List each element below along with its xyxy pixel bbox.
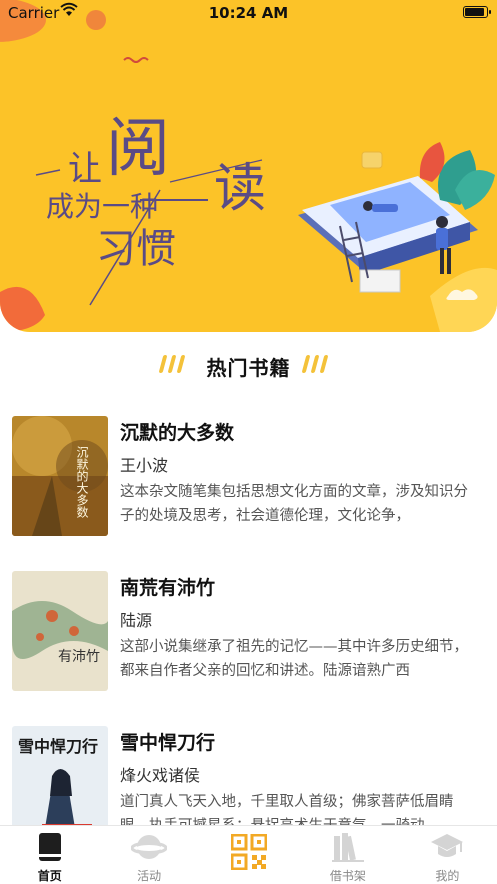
tab-activity[interactable]: 活动 xyxy=(99,826,198,884)
svg-text:沉默的大多数: 沉默的大多数 xyxy=(75,446,89,519)
tab-scan[interactable] xyxy=(199,826,298,884)
orange-blob-bottom-left xyxy=(0,286,45,332)
tab-bookshelf[interactable]: 借书架 xyxy=(298,826,397,884)
book-item[interactable]: 有沛竹 南荒有沛竹 陆源 这部小说集继承了祖先的记忆——其中许多历史细节，都来自… xyxy=(0,553,497,703)
slogan-char: 让 xyxy=(68,149,102,189)
svg-text:有沛竹: 有沛竹 xyxy=(58,649,100,665)
banner-illustration: 让 阅 读 成为一种 习惯 xyxy=(0,0,497,332)
title-deco-right xyxy=(301,355,329,373)
deco-line xyxy=(35,169,61,176)
bookshelf-icon xyxy=(331,832,364,866)
tab-label: 借书架 xyxy=(329,869,366,883)
section-title: 热门书籍 xyxy=(206,356,291,380)
hero-banner[interactable]: 让 阅 读 成为一种 习惯 xyxy=(0,0,497,332)
slogan-line: 成为一种 xyxy=(46,190,158,223)
slogan-char: 阅 xyxy=(106,112,170,186)
slogan-line: 习惯 xyxy=(96,226,176,272)
battery-icon xyxy=(463,6,491,18)
book-title: 南荒有沛竹 xyxy=(120,577,216,599)
book-author: 陆源 xyxy=(120,611,153,630)
clock: 10:24 AM xyxy=(208,4,289,22)
bottom-tab-bar: 首页 活动 借书架 我的 xyxy=(0,825,497,884)
tab-mine[interactable]: 我的 xyxy=(398,826,497,884)
tab-label: 我的 xyxy=(435,869,460,883)
planet-icon xyxy=(130,832,168,866)
book-author: 王小波 xyxy=(120,456,169,475)
book-title: 沉默的大多数 xyxy=(120,422,235,444)
book-author: 烽火戏诸侯 xyxy=(120,766,201,785)
hot-books-header: 热门书籍 xyxy=(0,340,497,392)
squiggle-deco xyxy=(123,57,149,63)
book-description: 这本杂文随笔集包括思想文化方面的文章，涉及知识分子的处境及思考，社会道德伦理，文… xyxy=(120,484,468,524)
slogan-char: 读 xyxy=(214,159,266,219)
tab-label: 首页 xyxy=(37,869,62,883)
tab-home[interactable]: 首页 xyxy=(0,826,99,884)
tab-label: 活动 xyxy=(137,869,162,883)
graduation-cap-icon xyxy=(430,832,464,866)
qr-code-icon xyxy=(230,833,268,874)
book-cover: 沉默的大多数 xyxy=(12,416,108,536)
book-title: 雪中悍刀行 xyxy=(120,732,216,754)
book-item[interactable]: 沉默的大多数 沉默的大多数 王小波 这本杂文随笔集包括思想文化方面的文章，涉及知… xyxy=(0,398,497,548)
svg-text:雪中悍刀行: 雪中悍刀行 xyxy=(18,737,98,756)
status-bar: Carrier 10:24 AM xyxy=(0,0,497,26)
book-cover: 有沛竹 xyxy=(12,571,108,691)
book-icon xyxy=(38,832,62,866)
book-description: 这部小说集继承了祖先的记忆——其中许多历史细节，都来自作者父亲的回忆和讲述。陆源… xyxy=(120,639,468,679)
